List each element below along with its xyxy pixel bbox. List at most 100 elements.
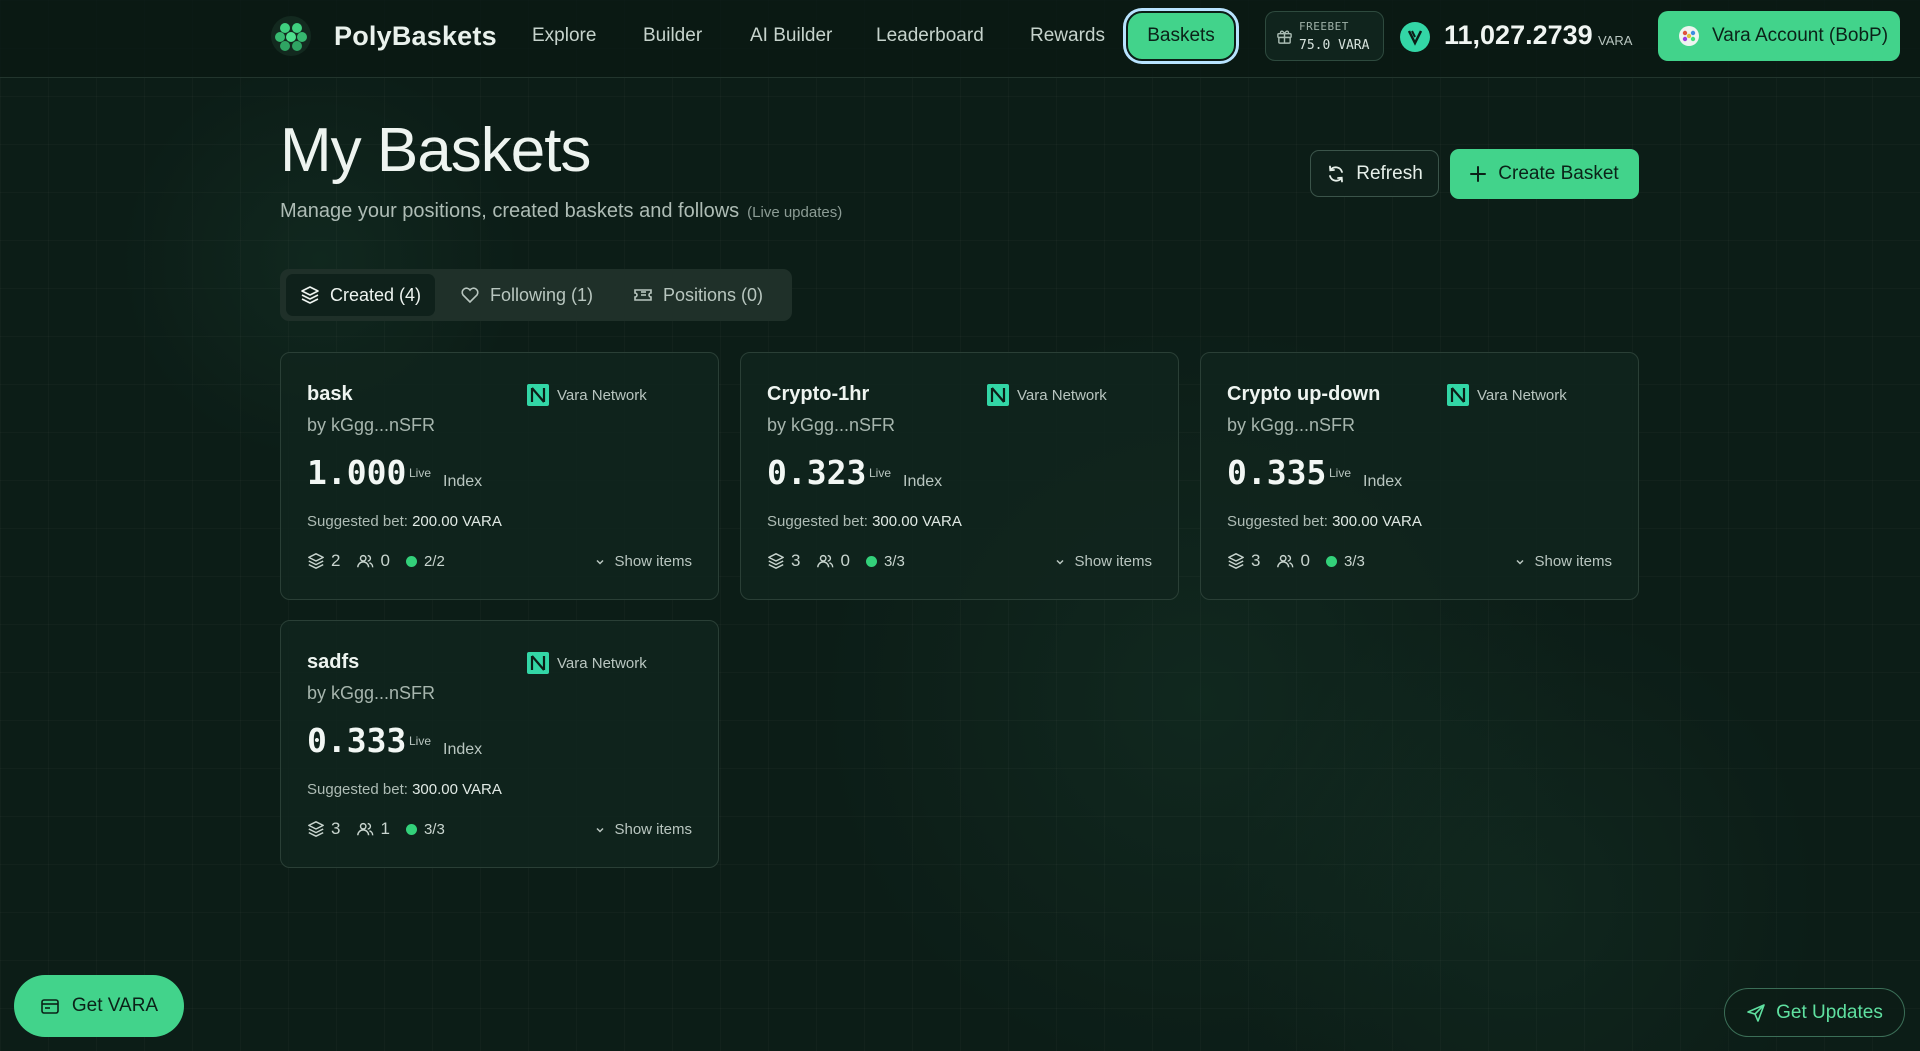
account-avatar-icon [1679,26,1699,46]
balance-unit: VARA [1598,33,1633,48]
nav-rewards[interactable]: Rewards [1030,25,1105,47]
create-basket-button[interactable]: Create Basket [1450,149,1639,199]
basket-card-crypto-up-down[interactable]: Crypto up-down Vara Network by kGgg...nS… [1200,352,1639,600]
heart-icon [461,287,479,304]
followers-count: 1 [356,819,390,839]
suggested-bet: Suggested bet: 300.00 VARA [1227,513,1422,530]
index-label: Index [1363,473,1403,490]
followers-count-value: 0 [380,551,390,570]
followers-count-value: 0 [1300,551,1310,570]
layers-icon [301,286,319,304]
get-updates-button[interactable]: Get Updates [1724,988,1905,1037]
basket-card-crypto-1hr[interactable]: Crypto-1hr Vara Network by kGgg...nSFR 0… [740,352,1179,600]
refresh-icon [1329,165,1344,182]
show-items-label: Show items [614,821,692,838]
chevron-down-icon [1056,559,1064,565]
suggested-bet-label: Suggested bet: [307,781,408,798]
resolution-status: 3/3 [405,820,445,838]
page-title: My Baskets [280,116,591,185]
status-value: 3/3 [423,820,445,838]
wallet-icon [41,999,59,1014]
network-label: Vara Network [557,386,647,404]
basket-stats: 3 0 3/3 [767,551,921,571]
live-tag: Live [1329,466,1352,480]
get-vara-button[interactable]: Get VARA [14,975,184,1037]
items-count-value: 3 [331,819,341,838]
get-vara-label: Get VARA [71,995,159,1016]
items-count: 2 [307,551,340,571]
wallet-balance: 11,027.2739 [1444,20,1593,50]
vara-network-icon [987,384,1009,406]
basket-name[interactable]: Crypto up-down [1227,383,1380,406]
nav-explore[interactable]: Explore [532,25,596,47]
show-items-toggle[interactable]: Show items [594,553,692,570]
vara-network-icon [527,652,549,674]
suggested-bet-value: 200.00 VARA [412,513,502,530]
resolution-status: 3/3 [1325,552,1365,570]
basket-card-sadfs[interactable]: sadfs Vara Network by kGgg...nSFR 0.333 … [280,620,719,868]
network-label: Vara Network [557,654,647,672]
index-label: Index [443,473,483,490]
tab-positions[interactable]: Positions (0) [619,274,777,316]
basket-author: by kGgg...nSFR [1227,415,1356,435]
freebet-badge[interactable]: FREEBET 75.0 VARA [1265,11,1384,61]
basket-index-value: 1.000 [307,453,407,492]
layers-icon [308,553,324,569]
layers-icon [1228,553,1244,569]
resolution-status: 2/2 [405,552,445,570]
basket-tabs: Created (4) Following (1) Positions (0) [280,269,792,321]
tab-following[interactable]: Following (1) [446,274,607,316]
tab-created-label: Created (4) [330,284,422,305]
vara-coin-icon [1400,22,1430,52]
suggested-bet-label: Suggested bet: [307,513,408,530]
suggested-bet-label: Suggested bet: [767,513,868,530]
page-subtitle: Manage your positions, created baskets a… [280,200,842,223]
followers-count-value: 0 [840,551,850,570]
gift-icon [1277,30,1292,44]
followers-count: 0 [1276,551,1310,571]
basket-card-bask[interactable]: bask Vara Network by kGgg...nSFR 1.000 L… [280,352,719,600]
nav-leaderboard[interactable]: Leaderboard [876,25,984,47]
basket-name[interactable]: bask [307,383,353,406]
account-label: Vara Account (BobP) [1712,25,1889,46]
basket-stats: 2 0 2/2 [307,551,461,571]
basket-name[interactable]: Crypto-1hr [767,383,869,406]
send-icon [1747,1003,1765,1022]
basket-author: by kGgg...nSFR [307,415,436,435]
nav-ai-builder[interactable]: AI Builder [750,25,832,47]
show-items-toggle[interactable]: Show items [594,821,692,838]
create-basket-label: Create Basket [1498,163,1619,184]
users-icon [357,822,374,836]
polybaskets-logo-icon[interactable] [270,15,312,57]
live-tag: Live [409,466,432,480]
status-value: 3/3 [1343,552,1365,570]
layers-icon [768,553,784,569]
nav-builder[interactable]: Builder [643,25,702,47]
index-label: Index [903,473,943,490]
network-tag: Vara Network [987,384,1107,406]
get-updates-label: Get Updates [1776,1001,1883,1023]
vara-network-icon [1447,384,1469,406]
status-value: 2/2 [423,552,445,570]
brand-name[interactable]: PolyBaskets [334,21,497,52]
network-label: Vara Network [1017,386,1107,404]
freebet-value: 75.0 VARA [1299,38,1370,53]
suggested-bet: Suggested bet: 300.00 VARA [307,781,502,798]
suggested-bet-value: 300.00 VARA [872,513,962,530]
refresh-button[interactable]: Refresh [1310,150,1439,197]
basket-name[interactable]: sadfs [307,651,359,674]
basket-author: by kGgg...nSFR [307,683,436,703]
users-icon [357,554,374,568]
network-label: Vara Network [1477,386,1567,404]
subtitle-text: Manage your positions, created baskets a… [280,200,740,222]
account-button[interactable]: Vara Account (BobP) [1658,11,1900,61]
items-count: 3 [767,551,800,571]
status-value: 3/3 [883,552,905,570]
tab-positions-label: Positions (0) [663,284,764,305]
show-items-toggle[interactable]: Show items [1514,553,1612,570]
show-items-toggle[interactable]: Show items [1054,553,1152,570]
suggested-bet-value: 300.00 VARA [1332,513,1422,530]
basket-index-value: 0.333 [307,721,407,760]
nav-baskets[interactable]: Baskets [1126,11,1236,61]
tab-created[interactable]: Created (4) [286,274,436,316]
